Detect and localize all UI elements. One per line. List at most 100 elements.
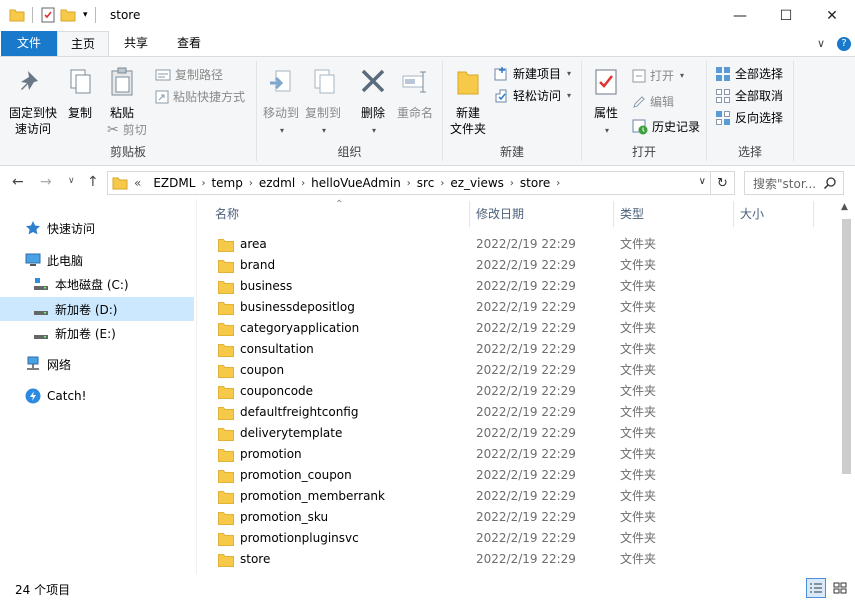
file-name: categoryapplication [240, 321, 360, 335]
column-header-date[interactable]: 修改日期 [476, 199, 606, 229]
table-row[interactable]: categoryapplication 2022/2/19 22:29 文件夹 [197, 318, 837, 339]
nav-item-volume-e[interactable]: 新加卷 (E:) [0, 321, 194, 345]
new-item-button[interactable]: 新建项目 ▾ [493, 65, 571, 82]
delete-button[interactable]: 删除 ▾ [355, 67, 391, 139]
properties-button[interactable]: 属性 ▾ [588, 67, 624, 139]
refresh-button[interactable]: ↻ [711, 171, 735, 195]
chevron-right-icon[interactable]: › [440, 178, 444, 189]
column-separator[interactable] [733, 201, 734, 227]
invert-selection-button[interactable]: 反向选择 [715, 109, 783, 126]
move-to-button[interactable]: 移动到 ▾ [261, 67, 301, 139]
minimize-button[interactable]: — [717, 0, 763, 31]
file-date: 2022/2/19 22:29 [476, 426, 576, 440]
scrollbar-thumb[interactable] [842, 219, 851, 474]
details-view-button[interactable] [806, 578, 826, 598]
select-all-button[interactable]: 全部选择 [715, 65, 783, 82]
close-icon: ✕ [826, 7, 838, 24]
scroll-up-icon[interactable]: ▲ [841, 202, 848, 212]
table-row[interactable]: businessdepositlog 2022/2/19 22:29 文件夹 [197, 297, 837, 318]
open-button[interactable]: 打开 ▾ [632, 67, 684, 84]
copy-to-button[interactable]: 复制到 ▾ [303, 67, 343, 139]
nav-item-catch[interactable]: Catch! [0, 384, 194, 408]
table-row[interactable]: business 2022/2/19 22:29 文件夹 [197, 276, 837, 297]
table-row[interactable]: brand 2022/2/19 22:29 文件夹 [197, 255, 837, 276]
collapse-ribbon-icon[interactable]: ∨ [817, 37, 825, 50]
breadcrumb-item[interactable]: ez_views [450, 176, 504, 190]
tab-home[interactable]: 主页 [57, 31, 109, 56]
column-header-name[interactable]: 名称 [215, 199, 465, 229]
column-separator[interactable] [813, 201, 814, 227]
table-row[interactable]: promotion_sku 2022/2/19 22:29 文件夹 [197, 507, 837, 528]
table-row[interactable]: store 2022/2/19 22:29 文件夹 [197, 549, 837, 570]
chevron-right-icon[interactable]: › [510, 178, 514, 189]
new-folder-icon[interactable] [60, 7, 76, 23]
table-row[interactable]: consultation 2022/2/19 22:29 文件夹 [197, 339, 837, 360]
tab-view[interactable]: 查看 [165, 31, 213, 56]
up-button[interactable]: ↑ [87, 174, 99, 190]
easy-access-button[interactable]: 轻松访问 ▾ [493, 87, 571, 104]
close-button[interactable]: ✕ [809, 0, 855, 31]
paste-button[interactable]: 粘贴 [102, 67, 142, 121]
table-row[interactable]: promotion 2022/2/19 22:29 文件夹 [197, 444, 837, 465]
table-row[interactable]: area 2022/2/19 22:29 文件夹 [197, 234, 837, 255]
large-icons-view-button[interactable] [830, 578, 850, 598]
table-row[interactable]: promotion_memberrank 2022/2/19 22:29 文件夹 [197, 486, 837, 507]
history-button[interactable]: 历史记录 [632, 118, 700, 135]
nav-item-volume-d[interactable]: 新加卷 (D:) [0, 297, 194, 321]
breadcrumb-item[interactable]: ezdml [259, 176, 295, 190]
help-icon[interactable]: ? [837, 37, 851, 51]
column-header-type[interactable]: 类型 [620, 199, 720, 229]
copy-button[interactable]: 复制 [62, 67, 98, 121]
nav-item-local-disk-c[interactable]: 本地磁盘 (C:) [0, 272, 194, 296]
address-dropdown-icon[interactable]: ∨ [699, 176, 706, 187]
edit-button[interactable]: 编辑 [632, 93, 674, 110]
chevron-right-icon[interactable]: › [301, 178, 305, 189]
select-none-button[interactable]: 全部取消 [715, 87, 783, 104]
tab-share[interactable]: 共享 [112, 31, 160, 56]
file-name-cell: defaultfreightconfig [218, 402, 358, 423]
vertical-scrollbar[interactable]: ▲ [838, 199, 855, 574]
table-row[interactable]: couponcode 2022/2/19 22:29 文件夹 [197, 381, 837, 402]
breadcrumb-item[interactable]: EZDML [153, 176, 195, 190]
easy-access-label: 轻松访问 [513, 89, 562, 103]
table-row[interactable]: defaultfreightconfig 2022/2/19 22:29 文件夹 [197, 402, 837, 423]
nav-label: 本地磁盘 (C:) [55, 277, 129, 292]
tab-file[interactable]: 文件 [1, 31, 57, 56]
file-name: promotionpluginsvc [240, 531, 359, 545]
chevron-right-icon[interactable]: › [201, 178, 205, 189]
recent-locations-button[interactable]: ∨ [68, 176, 75, 186]
chevron-right-icon[interactable]: › [556, 178, 560, 189]
table-row[interactable]: promotion_coupon 2022/2/19 22:29 文件夹 [197, 465, 837, 486]
back-button[interactable]: ← [12, 174, 24, 190]
nav-item-quick-access[interactable]: 快速访问 [0, 216, 194, 240]
nav-item-this-pc[interactable]: 此电脑 [0, 248, 194, 272]
table-row[interactable]: coupon 2022/2/19 22:29 文件夹 [197, 360, 837, 381]
table-row[interactable]: promotionpluginsvc 2022/2/19 22:29 文件夹 [197, 528, 837, 549]
breadcrumb-item[interactable]: src [417, 176, 435, 190]
column-separator[interactable] [469, 201, 470, 227]
copy-path-icon [155, 69, 171, 80]
column-header-size[interactable]: 大小 [740, 199, 810, 229]
column-separator[interactable] [613, 201, 614, 227]
pin-quick-access-button[interactable]: 固定到快 速访问 [6, 67, 60, 137]
chevron-right-icon[interactable]: › [407, 178, 411, 189]
table-row[interactable]: deliverytemplate 2022/2/19 22:29 文件夹 [197, 423, 837, 444]
address-bar[interactable]: « EZDML › temp › ezdml › helloVueAdmin › src… [107, 171, 711, 195]
file-type: 文件夹 [620, 363, 657, 377]
cut-button[interactable]: ✂ 剪切 [107, 121, 147, 138]
breadcrumb-overflow[interactable]: « [134, 176, 141, 190]
maximize-button[interactable]: ☐ [763, 0, 809, 31]
new-folder-button[interactable]: 新建 文件夹 [447, 67, 489, 137]
forward-button[interactable]: → [40, 174, 52, 190]
customize-toolbar-icon[interactable]: ▾ [83, 10, 88, 20]
breadcrumb-current[interactable]: store [520, 176, 550, 190]
breadcrumb-item[interactable]: temp [211, 176, 242, 190]
breadcrumb-item[interactable]: helloVueAdmin [311, 176, 401, 190]
search-input[interactable]: 搜索"stor... [744, 171, 844, 195]
properties-icon[interactable] [40, 7, 56, 23]
paste-shortcut-button[interactable]: 粘贴快捷方式 [155, 88, 245, 105]
nav-item-network[interactable]: 网络 [0, 352, 194, 376]
rename-button[interactable]: 重命名 [395, 67, 435, 121]
copy-path-button[interactable]: 复制路径 [155, 66, 223, 83]
chevron-right-icon[interactable]: › [249, 178, 253, 189]
